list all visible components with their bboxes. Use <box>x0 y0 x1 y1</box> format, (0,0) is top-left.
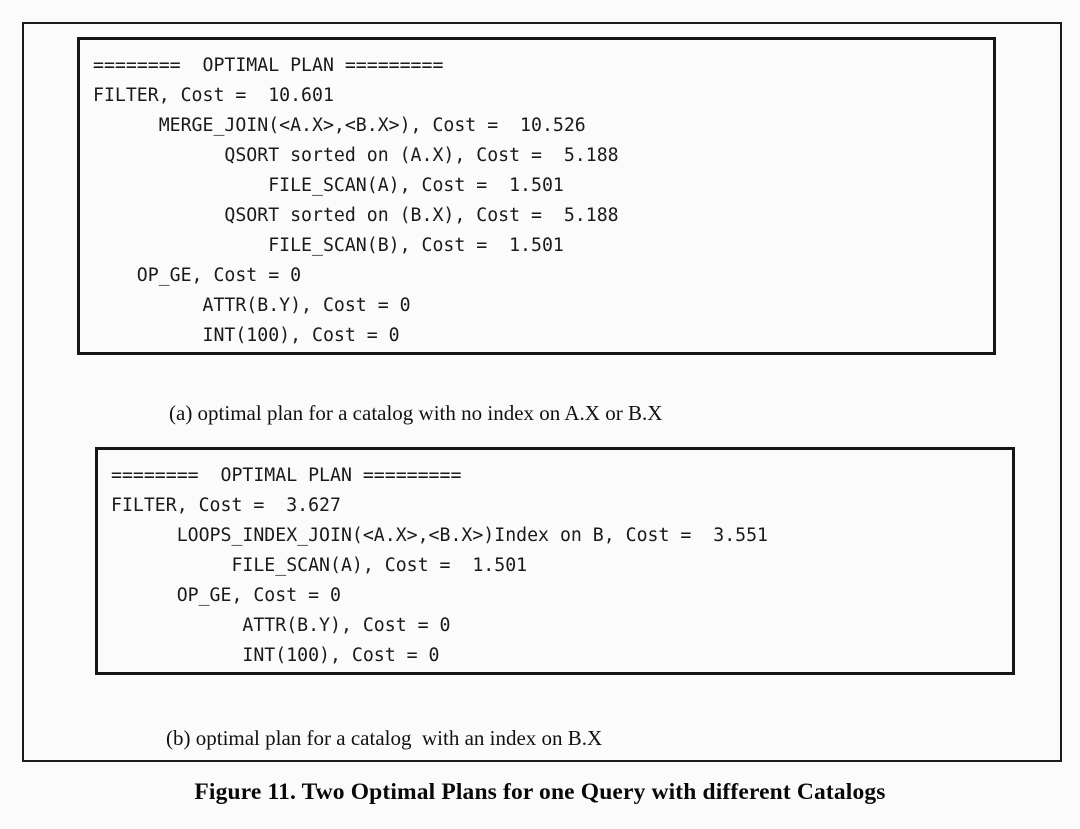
figure-11-container: ======== OPTIMAL PLAN ========= FILTER, … <box>0 0 1080 829</box>
subcaption-a: (a) optimal plan for a catalog with no i… <box>169 401 663 425</box>
optimal-plan-box-b: ======== OPTIMAL PLAN ========= FILTER, … <box>95 447 1015 675</box>
optimal-plan-listing-b: ======== OPTIMAL PLAN ========= FILTER, … <box>111 465 768 666</box>
figure-caption: Figure 11. Two Optimal Plans for one Que… <box>194 779 886 805</box>
subcaption-b: (b) optimal plan for a catalog with an i… <box>166 726 603 750</box>
optimal-plan-listing-a: ======== OPTIMAL PLAN ========= FILTER, … <box>93 55 619 346</box>
optimal-plan-box-a: ======== OPTIMAL PLAN ========= FILTER, … <box>77 37 996 355</box>
figure-outer-frame: ======== OPTIMAL PLAN ========= FILTER, … <box>22 22 1062 762</box>
